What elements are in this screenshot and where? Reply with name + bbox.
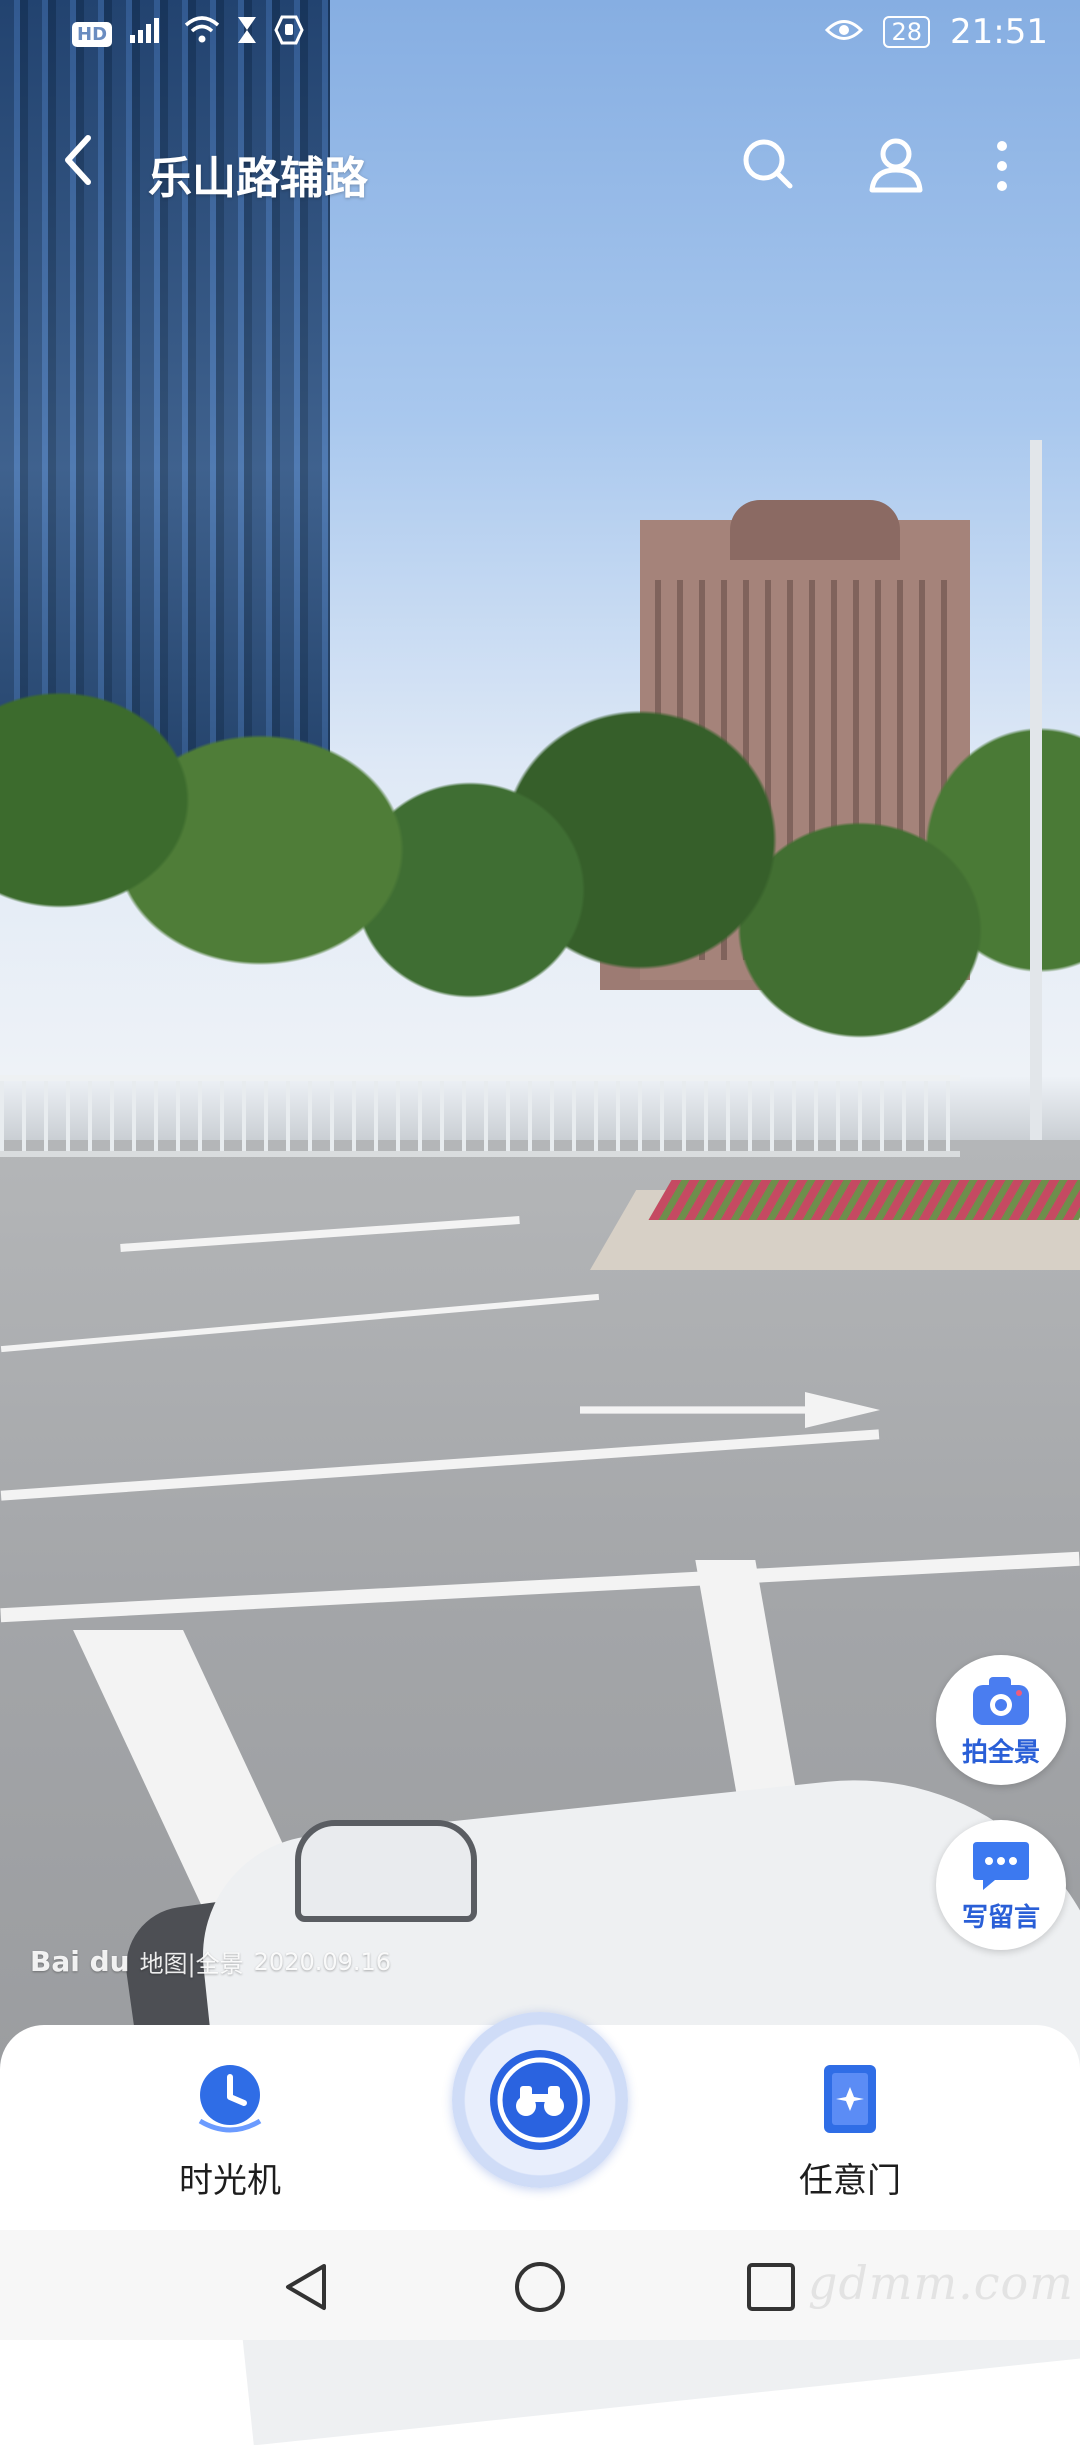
time-machine-button[interactable]: 时光机	[130, 2045, 330, 2205]
panorama-watermark: Bai du 地图|全景 2020.09.16	[30, 1944, 391, 1979]
status-bar: HD 28 21:51	[0, 0, 1080, 70]
back-button[interactable]	[58, 130, 98, 200]
hd-badge: HD	[72, 21, 113, 47]
comment-icon	[973, 1842, 1029, 1890]
baidu-logo-text: Bai du	[30, 1945, 130, 1978]
street-view-panorama[interactable]	[0, 0, 1080, 2445]
tree-line	[0, 680, 1080, 1100]
hotel-roof	[730, 500, 900, 560]
wifi-icon	[184, 14, 220, 54]
clock-icon	[198, 2065, 262, 2133]
system-nav-bar: gdmm.com	[0, 2230, 1080, 2340]
hourglass-icon	[236, 14, 258, 54]
page-title: 乐山路辅路	[148, 153, 368, 204]
more-icon[interactable]	[990, 138, 1014, 194]
roadside-fence	[0, 1075, 960, 1157]
photo-panorama-label: 拍全景	[961, 1738, 1040, 1768]
nav-back-icon[interactable]	[280, 2260, 334, 2314]
clock: 21:51	[950, 12, 1048, 52]
photo-panorama-button[interactable]: 拍全景	[936, 1655, 1066, 1785]
top-bar: 乐山路辅路	[0, 110, 1080, 220]
explore-button-core	[490, 2050, 590, 2150]
write-comment-label: 写留言	[961, 1903, 1040, 1933]
median-flowers	[648, 1180, 1080, 1220]
any-door-label: 任意门	[799, 2161, 901, 2201]
back-icon	[65, 135, 91, 185]
write-comment-button[interactable]: 写留言	[936, 1820, 1066, 1950]
capture-date: 2020.09.16	[253, 1947, 392, 1976]
signal-icon	[128, 15, 168, 53]
panorama-explore-button[interactable]	[452, 2012, 628, 2188]
search-icon[interactable]	[740, 136, 796, 192]
car-mirror	[295, 1820, 477, 1922]
site-watermark: gdmm.com	[808, 2256, 1074, 2310]
battery-level: 28	[883, 16, 931, 48]
street-lamp-pole	[1030, 440, 1042, 1200]
nav-recents-icon[interactable]	[744, 2260, 798, 2314]
user-icon[interactable]	[866, 134, 926, 194]
watermark-label: 地图|全景	[139, 1950, 244, 1978]
status-left: HD	[72, 14, 304, 54]
time-machine-label: 时光机	[179, 2161, 281, 2201]
hand-icon	[274, 14, 304, 54]
nav-home-icon[interactable]	[513, 2260, 567, 2314]
camera-icon	[973, 1677, 1029, 1725]
door-icon	[824, 2065, 876, 2133]
binoculars-icon	[497, 2057, 583, 2143]
any-door-button[interactable]: 任意门	[750, 2045, 950, 2205]
status-right: 28 21:51	[825, 12, 1048, 52]
eye-icon	[825, 12, 864, 52]
